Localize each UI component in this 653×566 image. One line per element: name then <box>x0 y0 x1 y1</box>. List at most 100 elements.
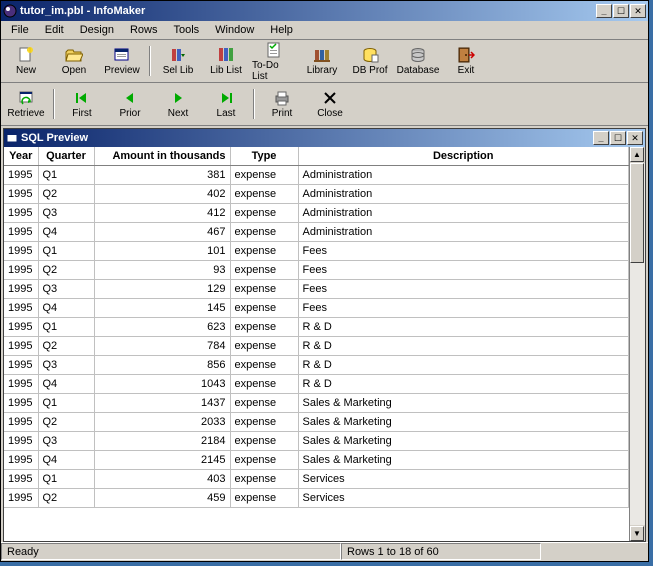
cell-year[interactable]: 1995 <box>4 356 38 375</box>
table-row[interactable]: 1995Q1403expenseServices <box>4 470 629 489</box>
cell-type[interactable]: expense <box>230 394 298 413</box>
table-row[interactable]: 1995Q1381expenseAdministration <box>4 166 629 185</box>
cell-desc[interactable]: Sales & Marketing <box>298 451 629 470</box>
tb2-close-button[interactable]: Close <box>307 86 353 122</box>
cell-desc[interactable]: Services <box>298 470 629 489</box>
cell-quarter[interactable]: Q3 <box>38 432 94 451</box>
table-row[interactable]: 1995Q1101expenseFees <box>4 242 629 261</box>
main-close-button[interactable]: ✕ <box>630 4 646 18</box>
cell-amount[interactable]: 623 <box>94 318 230 337</box>
cell-type[interactable]: expense <box>230 451 298 470</box>
tb1-exit-button[interactable]: Exit <box>443 43 489 79</box>
cell-quarter[interactable]: Q1 <box>38 394 94 413</box>
tb1-todo-button[interactable]: To-Do List <box>251 43 297 79</box>
cell-amount[interactable]: 2184 <box>94 432 230 451</box>
cell-quarter[interactable]: Q2 <box>38 489 94 508</box>
cell-type[interactable]: expense <box>230 375 298 394</box>
cell-type[interactable]: expense <box>230 185 298 204</box>
cell-desc[interactable]: Administration <box>298 185 629 204</box>
table-row[interactable]: 1995Q42145expenseSales & Marketing <box>4 451 629 470</box>
cell-year[interactable]: 1995 <box>4 204 38 223</box>
col-header-description[interactable]: Description <box>298 147 629 166</box>
main-maximize-button[interactable]: ☐ <box>613 4 629 18</box>
table-row[interactable]: 1995Q41043expenseR & D <box>4 375 629 394</box>
cell-desc[interactable]: Sales & Marketing <box>298 432 629 451</box>
cell-desc[interactable]: Fees <box>298 242 629 261</box>
table-row[interactable]: 1995Q2402expenseAdministration <box>4 185 629 204</box>
child-minimize-button[interactable]: _ <box>593 131 609 145</box>
cell-desc[interactable]: Administration <box>298 223 629 242</box>
cell-type[interactable]: expense <box>230 299 298 318</box>
cell-quarter[interactable]: Q2 <box>38 185 94 204</box>
cell-year[interactable]: 1995 <box>4 299 38 318</box>
tb2-retrieve-button[interactable]: Retrieve <box>3 86 49 122</box>
scroll-track[interactable] <box>630 163 645 525</box>
cell-desc[interactable]: R & D <box>298 375 629 394</box>
cell-quarter[interactable]: Q3 <box>38 204 94 223</box>
cell-amount[interactable]: 2033 <box>94 413 230 432</box>
cell-desc[interactable]: Sales & Marketing <box>298 394 629 413</box>
cell-amount[interactable]: 412 <box>94 204 230 223</box>
cell-amount[interactable]: 381 <box>94 166 230 185</box>
col-header-type[interactable]: Type <box>230 147 298 166</box>
child-maximize-button[interactable]: ☐ <box>610 131 626 145</box>
tb1-preview-button[interactable]: Preview <box>99 43 145 79</box>
cell-quarter[interactable]: Q1 <box>38 318 94 337</box>
child-close-button[interactable]: ✕ <box>627 131 643 145</box>
tb2-next-button[interactable]: Next <box>155 86 201 122</box>
cell-year[interactable]: 1995 <box>4 185 38 204</box>
cell-desc[interactable]: Administration <box>298 166 629 185</box>
menu-rows[interactable]: Rows <box>122 22 166 38</box>
menu-help[interactable]: Help <box>262 22 301 38</box>
cell-year[interactable]: 1995 <box>4 318 38 337</box>
cell-amount[interactable]: 856 <box>94 356 230 375</box>
cell-quarter[interactable]: Q4 <box>38 451 94 470</box>
cell-amount[interactable]: 1437 <box>94 394 230 413</box>
table-row[interactable]: 1995Q3412expenseAdministration <box>4 204 629 223</box>
col-header-year[interactable]: Year <box>4 147 38 166</box>
vertical-scrollbar[interactable]: ▲ ▼ <box>629 147 645 541</box>
cell-quarter[interactable]: Q3 <box>38 280 94 299</box>
cell-amount[interactable]: 467 <box>94 223 230 242</box>
cell-quarter[interactable]: Q1 <box>38 242 94 261</box>
cell-year[interactable]: 1995 <box>4 166 38 185</box>
cell-year[interactable]: 1995 <box>4 432 38 451</box>
cell-quarter[interactable]: Q2 <box>38 413 94 432</box>
cell-year[interactable]: 1995 <box>4 261 38 280</box>
cell-quarter[interactable]: Q3 <box>38 356 94 375</box>
scroll-down-button[interactable]: ▼ <box>630 526 644 541</box>
cell-quarter[interactable]: Q2 <box>38 261 94 280</box>
col-header-amount-in-thousands[interactable]: Amount in thousands <box>94 147 230 166</box>
tb1-liblist-button[interactable]: Lib List <box>203 43 249 79</box>
menu-window[interactable]: Window <box>207 22 262 38</box>
cell-year[interactable]: 1995 <box>4 375 38 394</box>
table-row[interactable]: 1995Q11437expenseSales & Marketing <box>4 394 629 413</box>
cell-quarter[interactable]: Q1 <box>38 166 94 185</box>
cell-year[interactable]: 1995 <box>4 242 38 261</box>
menu-tools[interactable]: Tools <box>165 22 207 38</box>
cell-desc[interactable]: Fees <box>298 299 629 318</box>
tb1-sellib-button[interactable]: Sel Lib <box>155 43 201 79</box>
cell-desc[interactable]: Sales & Marketing <box>298 413 629 432</box>
cell-amount[interactable]: 1043 <box>94 375 230 394</box>
scroll-thumb[interactable] <box>630 163 644 263</box>
table-row[interactable]: 1995Q3856expenseR & D <box>4 356 629 375</box>
menu-design[interactable]: Design <box>72 22 122 38</box>
menu-edit[interactable]: Edit <box>37 22 72 38</box>
table-row[interactable]: 1995Q2784expenseR & D <box>4 337 629 356</box>
cell-year[interactable]: 1995 <box>4 394 38 413</box>
cell-amount[interactable]: 459 <box>94 489 230 508</box>
table-row[interactable]: 1995Q3129expenseFees <box>4 280 629 299</box>
cell-year[interactable]: 1995 <box>4 337 38 356</box>
cell-desc[interactable]: R & D <box>298 318 629 337</box>
cell-desc[interactable]: R & D <box>298 337 629 356</box>
cell-type[interactable]: expense <box>230 432 298 451</box>
table-row[interactable]: 1995Q22033expenseSales & Marketing <box>4 413 629 432</box>
main-titlebar[interactable]: tutor_im.pbl - InfoMaker _ ☐ ✕ <box>1 1 648 21</box>
cell-amount[interactable]: 129 <box>94 280 230 299</box>
cell-amount[interactable]: 145 <box>94 299 230 318</box>
cell-amount[interactable]: 403 <box>94 470 230 489</box>
table-row[interactable]: 1995Q32184expenseSales & Marketing <box>4 432 629 451</box>
main-minimize-button[interactable]: _ <box>596 4 612 18</box>
data-grid-viewport[interactable]: YearQuarterAmount in thousandsTypeDescri… <box>4 147 629 541</box>
